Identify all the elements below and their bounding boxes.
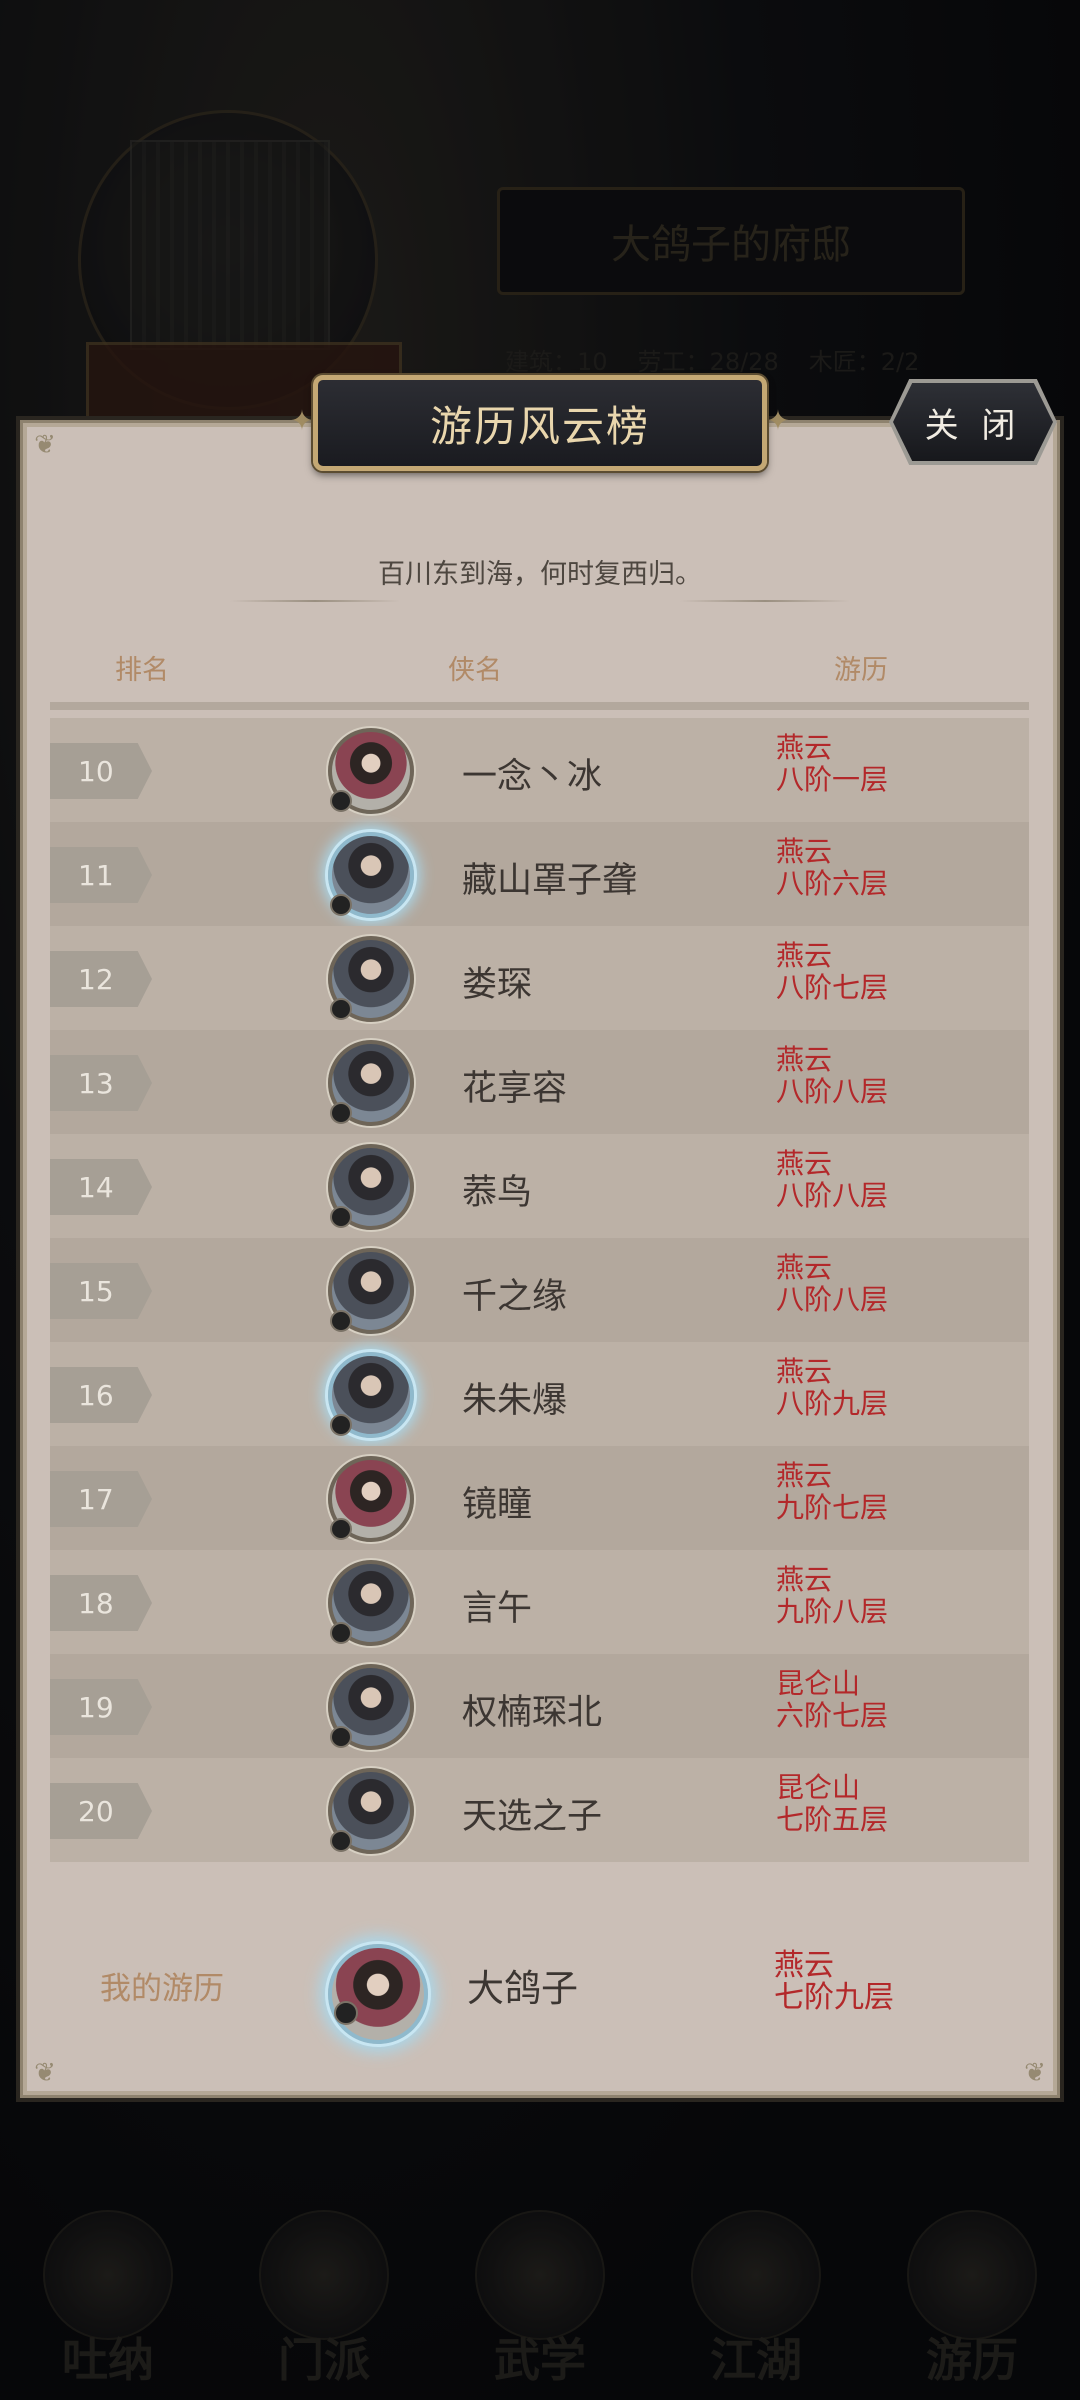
- rank-tag: 18: [50, 1575, 152, 1631]
- rank-tag: 11: [50, 847, 152, 903]
- hero-name: 娄琛: [462, 965, 533, 1005]
- travel-region: 燕云: [776, 1355, 833, 1388]
- table-row[interactable]: 16 朱朱爆 燕云 八阶九层: [50, 1342, 1029, 1446]
- my-name: 大鸽子: [467, 1967, 578, 2010]
- close-button[interactable]: 关 闭: [893, 383, 1053, 461]
- travel-stage: 八阶七层: [776, 971, 889, 1004]
- my-travel-progress: 燕云 七阶九层: [774, 1950, 894, 2014]
- table-row[interactable]: 15 千之缘 燕云 八阶八层: [50, 1238, 1029, 1342]
- table-row[interactable]: 12 娄琛 燕云 八阶七层: [50, 926, 1029, 1030]
- gender-badge-icon: [330, 790, 352, 812]
- rank-tag: 19: [50, 1679, 152, 1735]
- travel-stage: 七阶五层: [776, 1803, 889, 1836]
- my-travel-stage: 七阶九层: [774, 1980, 894, 2015]
- gender-badge-icon: [330, 1414, 352, 1436]
- table-row[interactable]: 14 菾鸟 燕云 八阶八层: [50, 1134, 1029, 1238]
- travel-progress: 燕云 八阶九层: [776, 1356, 888, 1420]
- travel-region: 昆仑山: [776, 1667, 861, 1700]
- gender-badge-icon: [330, 1830, 352, 1852]
- gender-badge-icon: [330, 998, 352, 1020]
- gender-badge-icon: [334, 2001, 358, 2025]
- travel-region: 昆仑山: [776, 1771, 861, 1804]
- travel-stage: 八阶八层: [776, 1179, 889, 1212]
- gender-badge-icon: [330, 1726, 352, 1748]
- travel-progress: 燕云 九阶七层: [776, 1460, 888, 1524]
- travel-progress: 燕云 八阶七层: [776, 940, 888, 1004]
- ranking-list[interactable]: 10 一念丶冰 燕云 八阶一层 11 藏山罩子聋 燕云 八阶六层 12 娄琛 燕云 八阶七层 13 花享容…: [50, 702, 1029, 1874]
- travel-region: 燕云: [776, 1251, 833, 1284]
- hero-name: 镜瞳: [462, 1485, 533, 1525]
- travel-progress: 燕云 八阶八层: [776, 1252, 888, 1316]
- my-avatar[interactable]: [328, 1944, 428, 2044]
- travel-progress: 昆仑山 七阶五层: [776, 1772, 888, 1836]
- travel-progress: 燕云 八阶八层: [776, 1044, 888, 1108]
- rank-tag: 17: [50, 1471, 152, 1527]
- hero-name: 一念丶冰: [462, 757, 603, 797]
- travel-progress: 燕云 八阶一层: [776, 732, 888, 796]
- corner-ornament: ❦: [1024, 2058, 1046, 2088]
- corner-ornament: ❦: [34, 2058, 56, 2088]
- travel-progress: 燕云 八阶六层: [776, 836, 888, 900]
- rank-tag: 15: [50, 1263, 152, 1319]
- travel-region: 燕云: [776, 1147, 833, 1180]
- travel-progress: 昆仑山 六阶七层: [776, 1668, 888, 1732]
- travel-progress: 燕云 八阶八层: [776, 1148, 888, 1212]
- column-header-name: 侠名: [448, 655, 502, 686]
- rank-tag: 20: [50, 1783, 152, 1839]
- travel-stage: 八阶八层: [776, 1075, 889, 1108]
- modal-subtitle: 百川东到海，何时复西归。: [378, 559, 702, 590]
- my-travel-region: 燕云: [774, 1948, 834, 1983]
- rank-tag: 10: [50, 743, 152, 799]
- my-travel-label: 我的游历: [100, 1971, 224, 2007]
- rank-tag: 13: [50, 1055, 152, 1111]
- gender-badge-icon: [330, 1102, 352, 1124]
- travel-progress: 燕云 九阶八层: [776, 1564, 888, 1628]
- table-row[interactable]: 18 言午 燕云 九阶八层: [50, 1550, 1029, 1654]
- hero-name: 花享容: [462, 1069, 568, 1109]
- gender-badge-icon: [330, 1310, 352, 1332]
- hero-name: 言午: [462, 1589, 533, 1629]
- subtitle-divider-left: [230, 600, 400, 602]
- rank-tag: 14: [50, 1159, 152, 1215]
- gender-badge-icon: [330, 1622, 352, 1644]
- travel-stage: 八阶六层: [776, 867, 889, 900]
- hero-name: 千之缘: [462, 1277, 568, 1317]
- travel-region: 燕云: [776, 1043, 833, 1076]
- hero-name: 朱朱爆: [462, 1381, 568, 1421]
- table-row[interactable]: 20 天选之子 昆仑山 七阶五层: [50, 1758, 1029, 1862]
- table-row[interactable]: 11 藏山罩子聋 燕云 八阶六层: [50, 822, 1029, 926]
- gender-badge-icon: [330, 1206, 352, 1228]
- travel-region: 燕云: [776, 835, 833, 868]
- table-row-partial: [50, 702, 1029, 710]
- subtitle-divider-right: [680, 600, 850, 602]
- travel-region: 燕云: [776, 939, 833, 972]
- rank-tag: 16: [50, 1367, 152, 1423]
- rank-tag: 12: [50, 951, 152, 1007]
- modal-title: 游历风云榜: [313, 375, 767, 471]
- gender-badge-icon: [330, 894, 352, 916]
- gender-badge-icon: [330, 1518, 352, 1540]
- travel-stage: 九阶八层: [776, 1595, 889, 1628]
- column-header-rank: 排名: [115, 655, 169, 686]
- travel-stage: 六阶七层: [776, 1699, 889, 1732]
- travel-region: 燕云: [776, 1563, 833, 1596]
- title-ornament-right: ✦: [766, 403, 790, 437]
- table-row[interactable]: 13 花享容 燕云 八阶八层: [50, 1030, 1029, 1134]
- travel-stage: 八阶一层: [776, 763, 889, 796]
- travel-stage: 八阶八层: [776, 1283, 889, 1316]
- hero-name: 菾鸟: [462, 1173, 533, 1213]
- table-row[interactable]: 10 一念丶冰 燕云 八阶一层: [50, 718, 1029, 822]
- travel-region: 燕云: [776, 731, 833, 764]
- table-row[interactable]: 17 镜瞳 燕云 九阶七层: [50, 1446, 1029, 1550]
- travel-stage: 九阶七层: [776, 1491, 889, 1524]
- column-header-travel: 游历: [834, 655, 888, 686]
- travel-region: 燕云: [776, 1459, 833, 1492]
- hero-name: 权楠琛北: [462, 1693, 603, 1733]
- table-row[interactable]: 19 权楠琛北 昆仑山 六阶七层: [50, 1654, 1029, 1758]
- travel-stage: 八阶九层: [776, 1387, 889, 1420]
- corner-ornament: ❦: [34, 430, 56, 460]
- hero-name: 天选之子: [462, 1797, 603, 1837]
- hero-name: 藏山罩子聋: [462, 861, 638, 901]
